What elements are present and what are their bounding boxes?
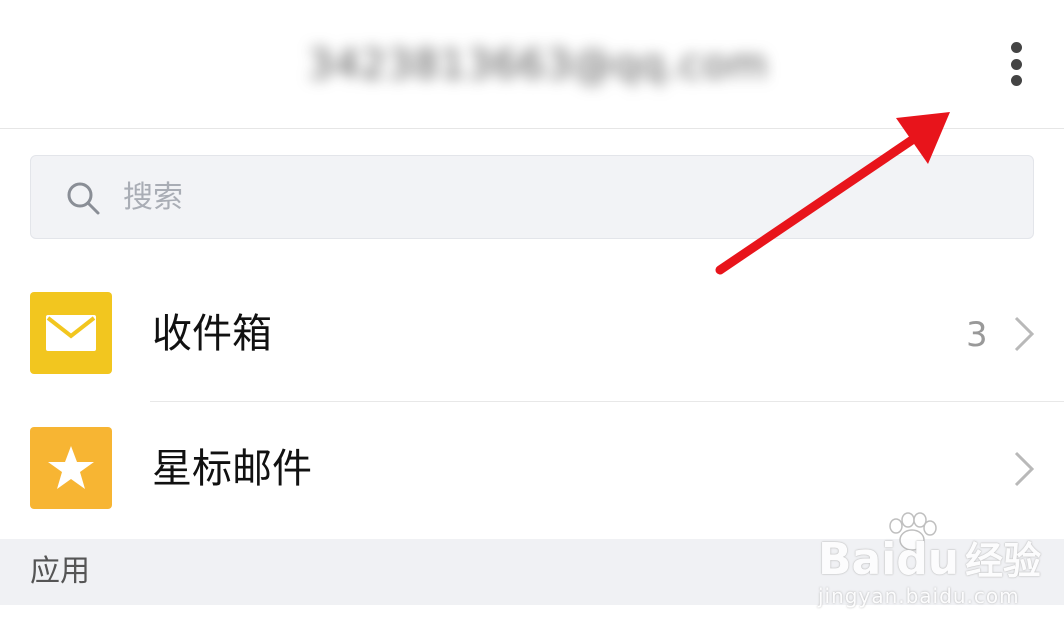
more-vertical-icon bbox=[1010, 42, 1022, 53]
section-label: 应用 bbox=[30, 554, 90, 589]
inbox-app-icon bbox=[30, 292, 112, 374]
more-dot bbox=[1010, 58, 1022, 70]
row-divider bbox=[150, 401, 1064, 402]
more-options-button[interactable] bbox=[996, 36, 1036, 92]
chevron-right-icon bbox=[1014, 451, 1035, 487]
starred-app-icon bbox=[30, 427, 112, 509]
search-placeholder: 搜索 bbox=[123, 180, 183, 215]
annotation-arrow bbox=[715, 112, 950, 275]
search-icon bbox=[67, 182, 100, 215]
watermark-brand-suffix: 经验 bbox=[965, 539, 1042, 583]
chevron-right-icon bbox=[1014, 316, 1035, 352]
watermark-url: jingyan.baidu.com bbox=[818, 584, 1020, 608]
star-icon bbox=[48, 446, 94, 489]
folder-item-inbox[interactable]: 收件箱 3 bbox=[0, 270, 1064, 400]
folder-label: 星标邮件 bbox=[152, 446, 312, 492]
watermark-brand: Baidu 经验 bbox=[818, 536, 1041, 585]
unread-count: 3 bbox=[966, 315, 988, 355]
folder-label: 收件箱 bbox=[152, 311, 272, 357]
watermark-brand-text: Baidu bbox=[818, 534, 960, 585]
envelope-icon bbox=[46, 315, 96, 351]
account-email: 3423813663@qq.com bbox=[307, 42, 769, 88]
more-dot bbox=[1010, 75, 1022, 86]
baidu-watermark: Baidu 经验 jingyan.baidu.com bbox=[812, 512, 1052, 612]
